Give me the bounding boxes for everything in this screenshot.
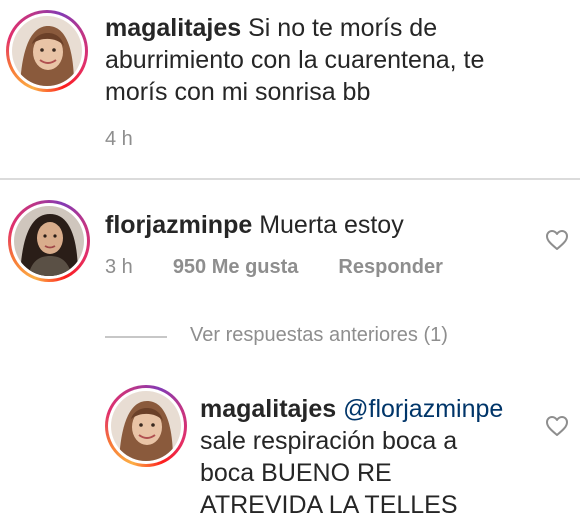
mention-link[interactable]: @florjazminpe xyxy=(343,395,503,423)
avatar-gap xyxy=(108,388,184,464)
username-link[interactable]: magalitajes xyxy=(200,395,336,423)
heart-icon[interactable] xyxy=(545,415,569,437)
comment-body: florjazminpe Muerta estoy xyxy=(105,209,545,241)
comment-line: boca BUENO RE xyxy=(200,459,392,487)
reply-button[interactable]: Responder xyxy=(338,256,442,279)
replies-line xyxy=(105,336,167,338)
view-replies-link[interactable]: Ver respuestas anteriores (1) xyxy=(190,324,448,347)
avatar xyxy=(111,391,181,461)
avatar xyxy=(14,206,84,276)
comment-text: Si no te morís de xyxy=(241,14,438,42)
likes-count[interactable]: 950 Me gusta xyxy=(173,256,299,279)
avatar-photo xyxy=(111,391,181,461)
avatar-ring[interactable] xyxy=(8,200,90,282)
avatar xyxy=(12,16,82,86)
comment-line: sale respiración boca a xyxy=(200,427,458,455)
avatar-gap xyxy=(9,13,85,89)
timestamp[interactable]: 3 h xyxy=(105,256,133,279)
comment-line: morís con mi sonrisa bb xyxy=(105,78,371,106)
reply-body: magalitajes @florjazminpe sale respiraci… xyxy=(200,393,540,521)
avatar-ring[interactable] xyxy=(6,10,88,92)
username-link[interactable]: florjazminpe xyxy=(105,211,252,239)
avatar-gap xyxy=(11,203,87,279)
comment-line: aburrimiento con la cuarentena, te xyxy=(105,46,485,74)
timestamp[interactable]: 4 h xyxy=(105,128,133,151)
comment-text: Muerta estoy xyxy=(252,211,404,239)
avatar-photo xyxy=(14,206,84,276)
comment-caption: magalitajes Si no te morís de aburrimien… xyxy=(105,12,575,108)
heart-icon[interactable] xyxy=(545,229,569,251)
comment-line: ATREVIDA LA TELLES xyxy=(200,491,458,519)
comment-line: magalitajes Si no te morís de xyxy=(105,12,575,44)
comment-meta: 4 h xyxy=(105,128,133,151)
comment-line: magalitajes @florjazminpe xyxy=(200,393,540,425)
comment-meta: 3 h 950 Me gusta Responder xyxy=(105,256,443,279)
avatar-photo xyxy=(12,16,82,86)
avatar-ring[interactable] xyxy=(105,385,187,467)
divider xyxy=(0,178,580,180)
username-link[interactable]: magalitajes xyxy=(105,14,241,42)
